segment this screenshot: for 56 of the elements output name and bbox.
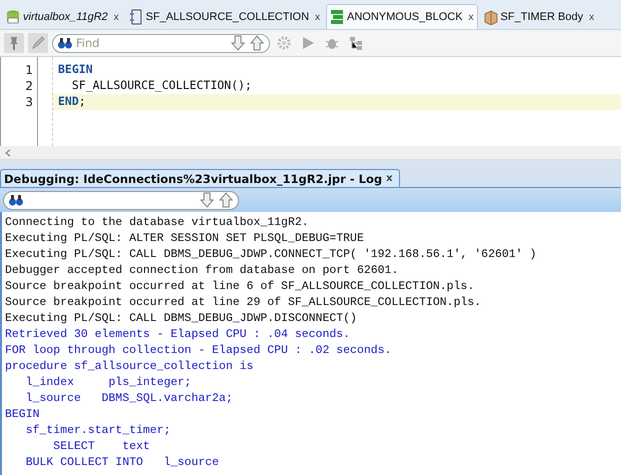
close-icon[interactable]: x: [315, 12, 320, 22]
binoculars-icon: [57, 35, 73, 51]
edit-button[interactable]: [28, 33, 48, 53]
log-line: Source breakpoint occurred at line 29 of SF_ALLSOURCE_COLLECTION.pls.: [5, 296, 482, 311]
line-number: 3: [24, 94, 34, 110]
log-line: Executing PL/SQL: CALL DBMS_DEBUG_JDWP.CONNECT_TCP( '192.168.56.1', '62601' ): [5, 248, 538, 263]
document-icon: [128, 9, 144, 25]
log-line: Source breakpoint occurred at line 6 of SF_ALLSOURCE_COLLECTION.pls.: [5, 280, 476, 295]
editor-tab[interactable]: virtualbox_11gR2 x: [2, 4, 123, 29]
code-line: SF_ALLSOURCE_COLLECTION();: [70, 78, 253, 94]
log-line: BEGIN: [5, 408, 41, 423]
log-line: l_index pls_integer;: [24, 376, 192, 391]
pin-button[interactable]: [4, 33, 24, 53]
arrow-up-icon: [218, 192, 234, 208]
log-line: Debugger accepted connection from database on port 62601.: [5, 264, 400, 279]
log-line: FOR loop through collection - Elapsed CPU : .02 seconds.: [5, 344, 392, 359]
log-line: Connecting to the database virtualbox_11gR2.: [5, 216, 310, 231]
play-icon: [300, 35, 316, 51]
line-number: 2: [24, 78, 34, 94]
close-icon[interactable]: x: [114, 12, 119, 22]
pencil-icon: [30, 35, 46, 51]
tab-label: virtualbox_11gR2: [23, 11, 108, 23]
gear-icon: [276, 35, 292, 51]
horizontal-scrollbar[interactable]: [0, 146, 621, 160]
tree-icon: [348, 35, 364, 51]
database-icon: [5, 9, 21, 25]
editor-tab[interactable]: ANONYMOUS_BLOCK x: [326, 4, 478, 29]
close-icon[interactable]: x: [468, 12, 474, 22]
log-line: procedure sf_allsource_collection is: [5, 360, 254, 375]
log-line: Retrieved 30 elements - Elapsed CPU : .04 seconds.: [5, 328, 352, 343]
arrow-down-icon: [199, 192, 215, 208]
close-icon[interactable]: x: [589, 12, 594, 22]
log-line: sf_timer.start_timer;: [24, 424, 172, 439]
log-line: Executing PL/SQL: ALTER SESSION SET PLSQL_DEBUG=TRUE: [5, 232, 365, 247]
line-number: 1: [24, 62, 34, 78]
log-line: BULK COLLECT INTO l_source: [24, 456, 220, 471]
log-line: l_source DBMS_SQL.varchar2a;: [24, 392, 234, 407]
tab-label: ANONYMOUS_BLOCK: [347, 11, 463, 23]
scroll-left-icon: [3, 148, 13, 158]
close-icon[interactable]: x: [386, 173, 393, 184]
editor-tab[interactable]: SF_TIMER Body x: [480, 4, 598, 29]
log-line: SELECT text: [52, 440, 151, 455]
package-icon: [482, 9, 499, 25]
tab-label: SF_TIMER Body: [500, 11, 584, 23]
find-box[interactable]: Find: [52, 34, 270, 52]
tab-label: SF_ALLSOURCE_COLLECTION: [146, 11, 310, 23]
editor-tab[interactable]: SF_ALLSOURCE_COLLECTION x: [124, 4, 324, 29]
arrow-down-icon: [230, 35, 246, 51]
tab-label: Debugging: IdeConnections%23virtualbox_11gR2.jpr - Log: [4, 172, 382, 186]
binoculars-icon: [8, 192, 24, 208]
log-line: Executing PL/SQL: CALL DBMS_DEBUG_JDWP.DISCONNECT(): [5, 312, 358, 327]
arrow-up-icon: [249, 35, 265, 51]
code-line: BEGIN: [57, 62, 94, 78]
log-tab[interactable]: Debugging: IdeConnections%23virtualbox_11gR2.jpr - Log x: [0, 169, 400, 187]
block-icon: [329, 9, 346, 25]
search-field[interactable]: [3, 190, 239, 210]
